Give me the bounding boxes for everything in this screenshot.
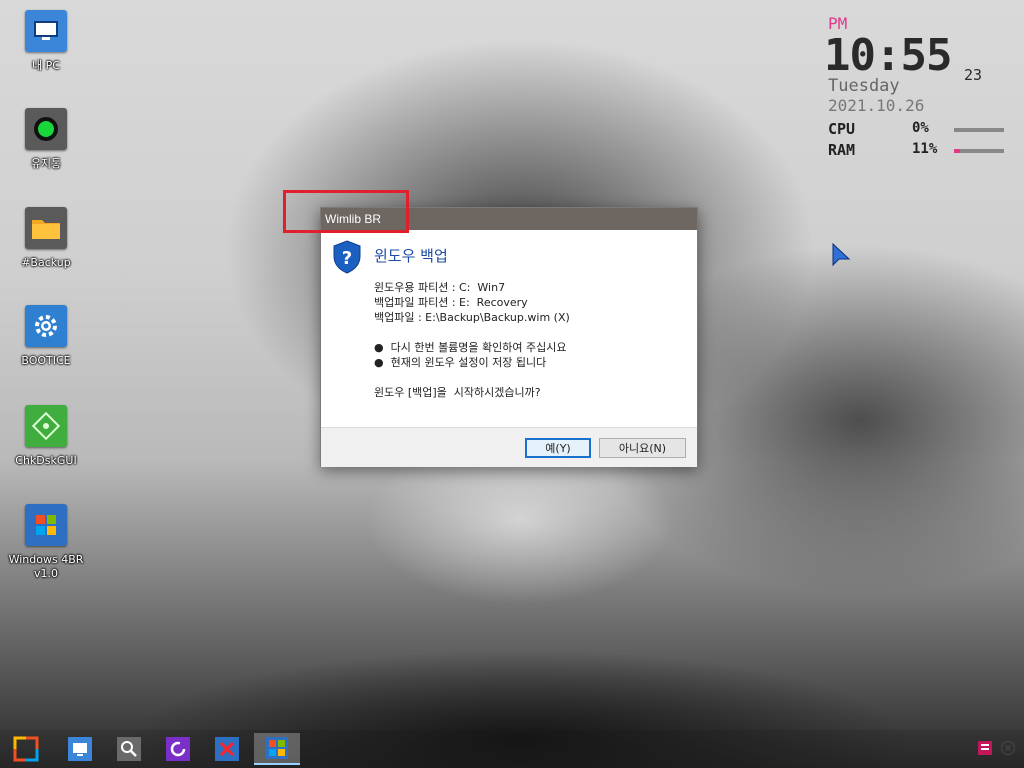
desktop-icon-windows-4br[interactable]: Windows 4BR v1.0	[1, 504, 91, 581]
clock-seconds: 23	[964, 66, 983, 84]
title-highlight-box	[283, 190, 409, 233]
close-x-icon	[215, 737, 239, 761]
backup-confirm-dialog: Wimlib BR ? 윈도우 백업 윈도우용 파티션 : C: Win7 백업…	[320, 207, 698, 467]
taskbar-start-button[interactable]	[9, 733, 43, 765]
desktop-icon-label: ChkDskGUI	[15, 454, 77, 467]
dialog-heading: 윈도우 백업	[374, 247, 448, 265]
desktop-icon-label: Windows 4BR v1.0	[8, 553, 84, 580]
svg-text:?: ?	[342, 248, 352, 269]
dialog-backup-partition: 백업파일 파티션 : E: Recovery	[374, 296, 528, 309]
ram-label: RAM	[828, 141, 856, 159]
desktop-icon-label: 유지통	[30, 157, 62, 170]
shield-question-icon: ?	[333, 240, 361, 274]
tray-close-icon	[1000, 740, 1016, 756]
desktop-icon-label: #Backup	[21, 256, 71, 269]
taskbar-refresh-button[interactable]	[161, 733, 195, 765]
gear-icon	[25, 305, 67, 347]
cpu-bar	[954, 128, 1004, 132]
ram-meter: RAM 11%	[828, 141, 1008, 159]
tray-close-button[interactable]	[999, 739, 1017, 757]
dialog-windows-partition: 윈도우용 파티션 : C: Win7	[374, 281, 506, 294]
clock-date: 2021.10.26	[828, 96, 925, 115]
windows-tiles-icon	[266, 737, 288, 759]
dialog-body: ? 윈도우 백업 윈도우용 파티션 : C: Win7 백업파일 파티션 : E…	[321, 231, 697, 427]
monitor-icon	[25, 10, 67, 52]
ram-value: 11%	[912, 141, 938, 157]
dialog-bullet-volume: ● 다시 한번 볼륨명을 확인하여 주십시요	[374, 341, 567, 354]
dialog-footer: 예(Y) 아니요(N)	[321, 427, 697, 467]
tray-window-icon	[978, 741, 992, 755]
no-button[interactable]: 아니요(N)	[599, 438, 686, 458]
dialog-bullet-settings: ● 현재의 윈도우 설정이 저장 됩니다	[374, 356, 547, 369]
desktop-icon-backup-folder[interactable]: #Backup	[1, 207, 91, 270]
taskbar-windows-4br-button[interactable]	[254, 733, 300, 765]
desktop-icon-label: BOOTICE	[21, 354, 71, 367]
taskbar-search-button[interactable]	[112, 733, 146, 765]
desktop-icon-my-pc[interactable]: 내 PC	[1, 10, 91, 73]
dialog-question: 윈도우 [백업]을 시작하시겠습니까?	[374, 386, 541, 399]
folder-icon	[25, 207, 67, 249]
taskbar-my-pc-button[interactable]	[63, 733, 97, 765]
yes-button[interactable]: 예(Y)	[525, 438, 591, 458]
windows-tiles-icon	[25, 504, 67, 546]
cpu-value: 0%	[912, 120, 929, 136]
tray-window-button[interactable]	[976, 739, 994, 757]
disk-check-icon	[25, 405, 67, 447]
cpu-meter: CPU 0%	[828, 120, 1008, 138]
clock-time: 10:55	[824, 30, 952, 81]
mouse-cursor-icon	[832, 243, 851, 267]
desktop-icon-chkdskgui[interactable]: ChkDskGUI	[1, 405, 91, 468]
clock-day: Tuesday	[828, 76, 900, 96]
taskbar-close-button[interactable]	[210, 733, 244, 765]
dialog-backup-file: 백업파일 : E:\Backup\Backup.wim (X)	[374, 311, 570, 324]
ram-bar	[954, 149, 1004, 153]
recycle-bin-icon	[25, 108, 67, 150]
desktop-icon-bootice[interactable]: BOOTICE	[1, 305, 91, 368]
desktop-icon-label: 내 PC	[32, 59, 60, 72]
refresh-icon	[166, 737, 190, 761]
cpu-label: CPU	[828, 120, 856, 138]
start-icon	[13, 736, 39, 762]
monitor-icon	[68, 737, 92, 761]
taskbar	[0, 730, 1024, 768]
search-icon	[117, 737, 141, 761]
desktop-icon-recycle-bin[interactable]: 유지통	[1, 108, 91, 171]
ram-bar-fill	[954, 149, 960, 153]
